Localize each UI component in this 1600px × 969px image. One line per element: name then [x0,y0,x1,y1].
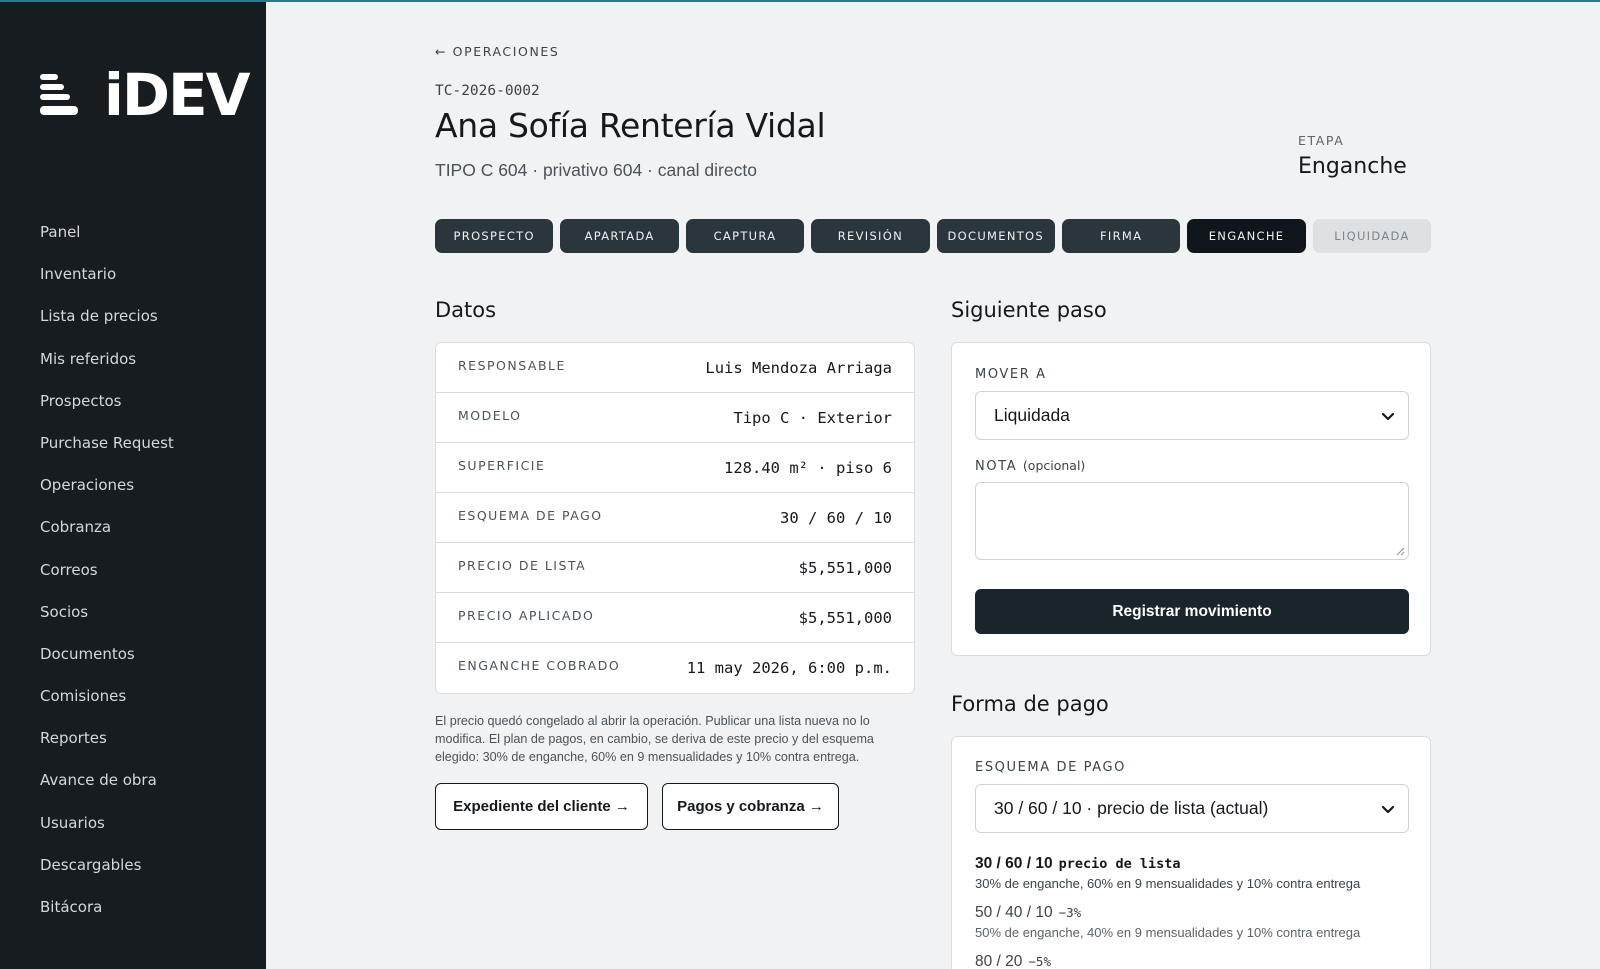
sidebar-item-lista-de-precios[interactable]: Lista de precios [40,306,174,348]
plan-title: 80 / 20 [975,953,1023,969]
esquema-de-pago-select[interactable]: 30 / 60 / 10 · precio de lista (actual) [975,784,1409,833]
stage-label: ETAPA [1298,133,1345,148]
stage-enganche[interactable]: ENGANCHE [1187,219,1306,253]
plan-tag: −5% [1028,954,1051,969]
stage-liquidada[interactable]: LIQUIDADA [1312,219,1432,253]
logo[interactable]: iDEV [40,61,251,129]
mover-a-value: Liquidada [994,405,1070,425]
price-frozen-note: El precio quedó congelado al abrir la op… [435,714,874,764]
sidebar: iDEV Panel Inventario Lista de precios M… [0,0,266,969]
datos-row: SUPERFICIE 128.40 m² · piso 6 [436,443,914,493]
plan-title: 50 / 40 / 10 [975,904,1053,921]
sidebar-item-reportes[interactable]: Reportes [40,728,174,770]
sidebar-item-prospectos[interactable]: Prospectos [40,391,174,433]
siguiente-paso-card: MOVER A Liquidada NOTA (opcional) Regist… [951,342,1431,656]
datos-value: $5,551,000 [798,608,892,627]
mover-a-label: MOVER A [975,367,1047,382]
logo-text: iDEV [104,61,251,129]
stage-apartada[interactable]: APARTADA [560,219,679,253]
datos-value: $5,551,000 [798,558,892,577]
datos-row: PRECIO DE LISTA $5,551,000 [436,543,914,593]
pagos-cobranza-button[interactable]: Pagos y cobranza → [662,783,839,830]
expediente-button[interactable]: Expediente del cliente → [435,783,648,830]
logo-stack-icon [40,70,78,120]
datos-key: MODELO [458,407,522,423]
sidebar-item-bitacora[interactable]: Bitácora [40,897,174,939]
plan-description: 30% de enganche, 60% en 9 mensualidades … [975,876,1361,891]
datos-row: ESQUEMA DE PAGO 30 / 60 / 10 [436,493,914,543]
sidebar-item-usuarios[interactable]: Usuarios [40,813,174,855]
sidebar-item-operaciones[interactable]: Operaciones [40,475,174,517]
sidebar-item-inventario[interactable]: Inventario [40,264,174,306]
datos-key: PRECIO DE LISTA [458,557,587,573]
stage-firma[interactable]: FIRMA [1061,219,1181,253]
sidebar-item-socios[interactable]: Socios [40,602,174,644]
nota-textarea[interactable] [975,482,1409,560]
stage-documentos[interactable]: DOCUMENTOS [936,219,1055,253]
stage-progress: PROSPECTO APARTADA CAPTURA REVISIÓN DOCU… [435,219,1432,253]
stage-prospecto[interactable]: PROSPECTO [435,219,554,253]
sidebar-item-descargables[interactable]: Descargables [40,855,174,897]
datos-key: ENGANCHE COBRADO [458,658,621,673]
sidebar-nav: Panel Inventario Lista de precios Mis re… [40,222,174,939]
esquema-de-pago-label: ESQUEMA DE PAGO [975,760,1127,775]
sidebar-item-panel[interactable]: Panel [40,222,174,264]
datos-key: SUPERFICIE [458,457,546,473]
plan-title: 30 / 60 / 10 [975,855,1053,872]
stage-value: Enganche [1298,154,1407,179]
sidebar-item-cobranza[interactable]: Cobranza [40,517,174,559]
siguiente-paso-heading: Siguiente paso [951,298,1107,322]
nota-optional-text: (opcional) [1022,458,1086,473]
sidebar-item-purchase-request[interactable]: Purchase Request [40,433,174,475]
datos-row: ENGANCHE COBRADO 11 may 2026, 6:00 p.m. [436,643,914,693]
datos-table: RESPONSABLE Luis Mendoza Arriaga MODELO … [435,342,915,694]
plan-option[interactable]: 80 / 20 −5% [975,951,1051,969]
plan-description: 50% de enganche, 40% en 9 mensualidades … [975,925,1361,940]
sidebar-item-documentos[interactable]: Documentos [40,644,174,686]
stage-captura[interactable]: CAPTURA [685,219,805,253]
datos-value: 11 may 2026, 6:00 p.m. [686,659,892,677]
page-title: Ana Sofía Rentería Vidal [435,106,826,145]
datos-value: 30 / 60 / 10 [780,508,892,527]
datos-heading: Datos [435,298,497,322]
nota-label-text: NOTA [975,459,1018,474]
sidebar-item-avance-de-obra[interactable]: Avance de obra [40,770,174,812]
chevron-down-icon [1381,805,1395,814]
esquema-de-pago-value: 30 / 60 / 10 · precio de lista (actual) [994,798,1269,818]
resize-grip-icon[interactable] [1396,547,1405,556]
datos-row: RESPONSABLE Luis Mendoza Arriaga [436,343,914,393]
datos-key: PRECIO APLICADO [458,607,595,623]
operation-code: TC-2026-0002 [435,83,540,99]
datos-row: PRECIO APLICADO $5,551,000 [436,593,914,643]
datos-value: Tipo C · Exterior [733,408,892,427]
sidebar-item-correos[interactable]: Correos [40,560,174,602]
stage-revision[interactable]: REVISIÓN [811,219,930,253]
sidebar-item-comisiones[interactable]: Comisiones [40,686,174,728]
registrar-movimiento-button[interactable]: Registrar movimiento [975,589,1409,634]
plan-option[interactable]: 50 / 40 / 10 −3% 50% de enganche, 40% en … [975,902,1360,940]
forma-de-pago-heading: Forma de pago [951,692,1109,716]
sidebar-item-mis-referidos[interactable]: Mis referidos [40,349,174,391]
plan-tag: −3% [1058,905,1082,920]
plan-tag: precio de lista [1058,856,1181,872]
datos-key: ESQUEMA DE PAGO [458,507,603,523]
datos-value: 128.40 m² · piso 6 [724,458,892,477]
main-content: ← OPERACIONES TC-2026-0002 Ana Sofía Ren… [266,0,1600,969]
mover-a-select[interactable]: Liquidada [975,391,1409,440]
datos-value: Luis Mendoza Arriaga [705,358,892,377]
chevron-down-icon [1381,412,1395,421]
top-accent-line [0,0,1600,2]
datos-row: MODELO Tipo C · Exterior [436,393,914,443]
page-subtitle: TIPO C 604 · privativo 604 · canal direc… [435,160,757,180]
plan-option[interactable]: 30 / 60 / 10 precio de lista 30% de engan… [975,853,1360,891]
back-to-operaciones-link[interactable]: ← OPERACIONES [435,44,559,59]
nota-label: NOTA (opcional) [975,458,1085,474]
datos-key: RESPONSABLE [458,357,566,373]
forma-de-pago-card: ESQUEMA DE PAGO 30 / 60 / 10 · precio de… [951,736,1431,969]
